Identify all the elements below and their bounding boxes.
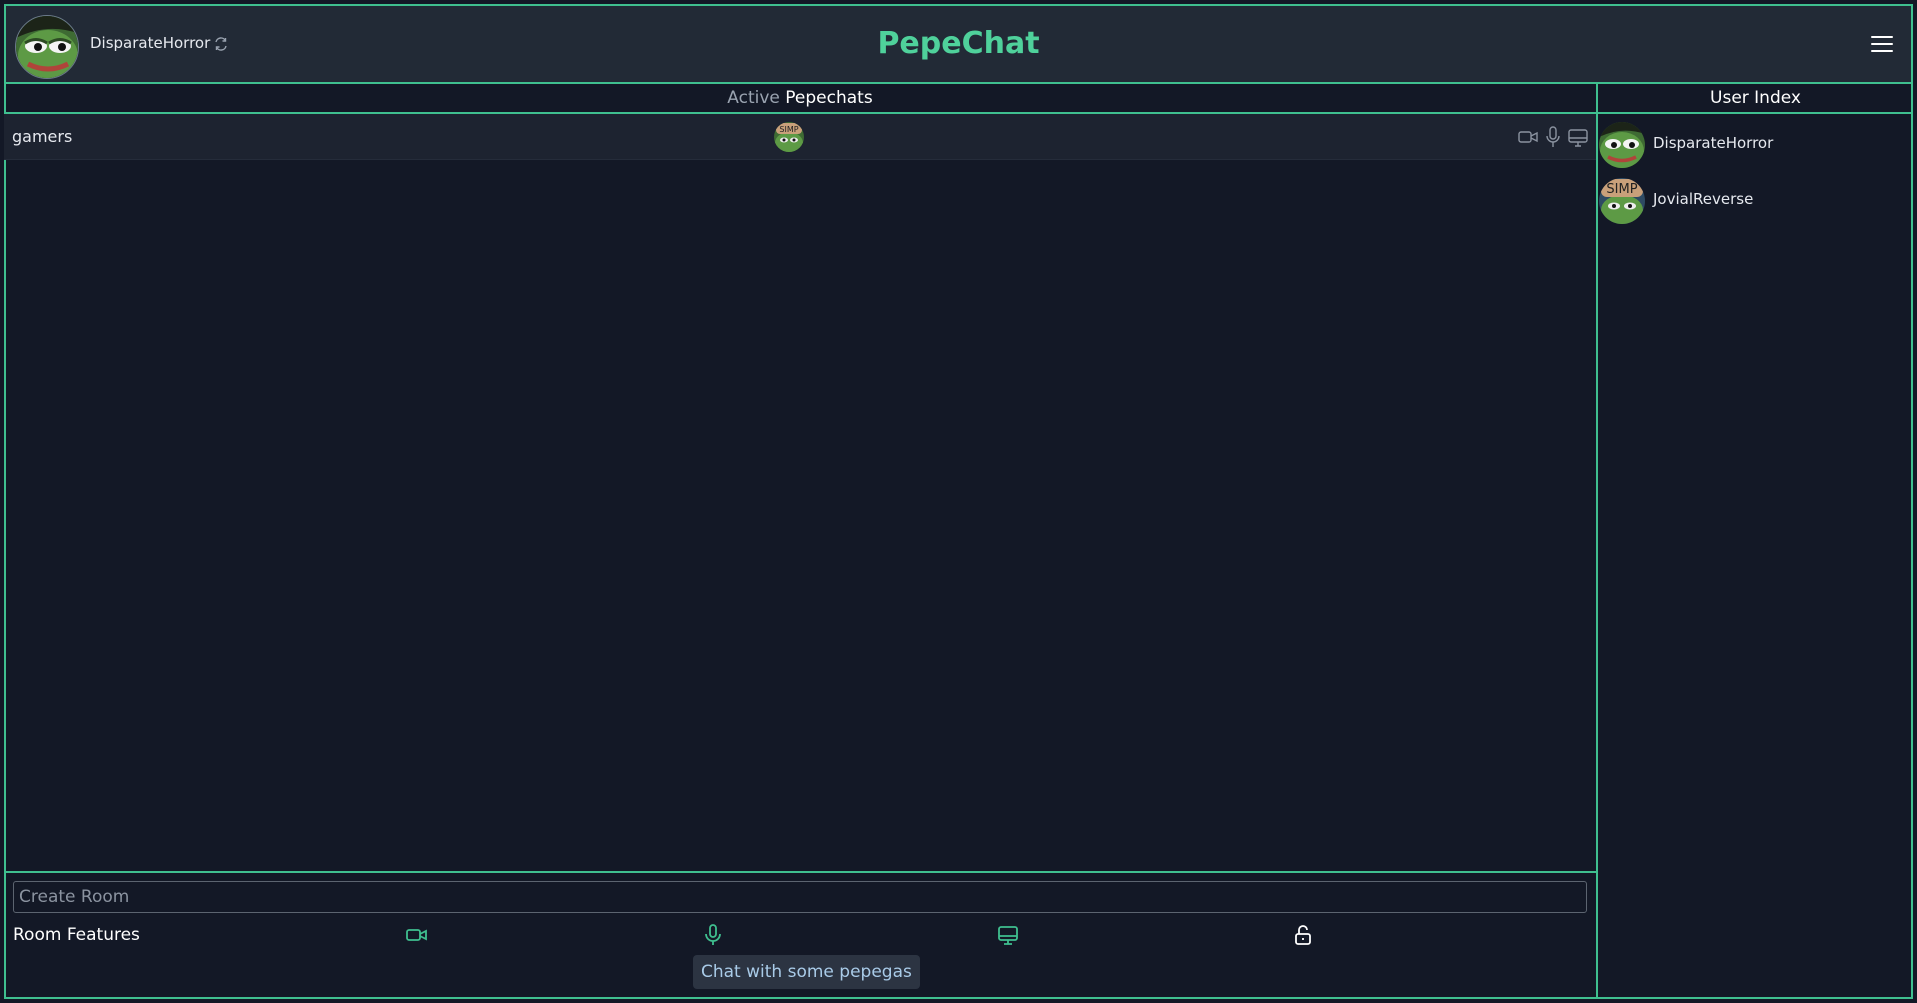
room-row[interactable]: gamers SIMP [4,114,1596,160]
video-icon[interactable] [405,923,429,947]
header-title: Pepechats [785,88,873,108]
header-prefix: Active [727,88,780,108]
user-list-item[interactable]: DisparateHorror [1598,114,1913,170]
user-name: JovialReverse [1653,190,1754,208]
top-header: DisparateHorror PepeChat [4,4,1913,84]
room-member-avatar: SIMP [774,122,804,152]
lock-icon[interactable] [1291,923,1315,947]
feature-tooltip: Chat with some pepegas [693,955,920,989]
create-room-box: Room Features [4,871,1598,999]
video-icon [1518,126,1538,148]
room-features-label: Room Features [13,925,140,945]
svg-text:SIMP: SIMP [779,125,798,134]
user-name: DisparateHorror [1653,134,1774,152]
room-feature-icons [1518,126,1588,148]
screen-icon [1568,126,1588,148]
create-room-input[interactable] [13,881,1587,913]
svg-text:SIMP: SIMP [1606,182,1637,197]
simp-pepe-avatar: SIMP [1599,178,1645,224]
user-index-panel: User Index DisparateHorror SIMP JovialRe… [1598,84,1913,999]
user-index-header: User Index [1598,84,1913,114]
active-chats-panel: Active Pepechats gamers SIMP Create Room… [4,84,1598,999]
mic-icon [1543,126,1563,148]
hamburger-menu-icon[interactable] [1871,36,1893,54]
screen-icon[interactable] [996,923,1020,947]
room-name: gamers [12,127,73,146]
active-chats-header: Active Pepechats [4,84,1596,114]
user-list-item[interactable]: SIMP JovialReverse [1598,170,1913,226]
mic-icon[interactable] [701,923,725,947]
pepe-avatar [1599,122,1645,168]
app-title: PepeChat [877,26,1040,61]
